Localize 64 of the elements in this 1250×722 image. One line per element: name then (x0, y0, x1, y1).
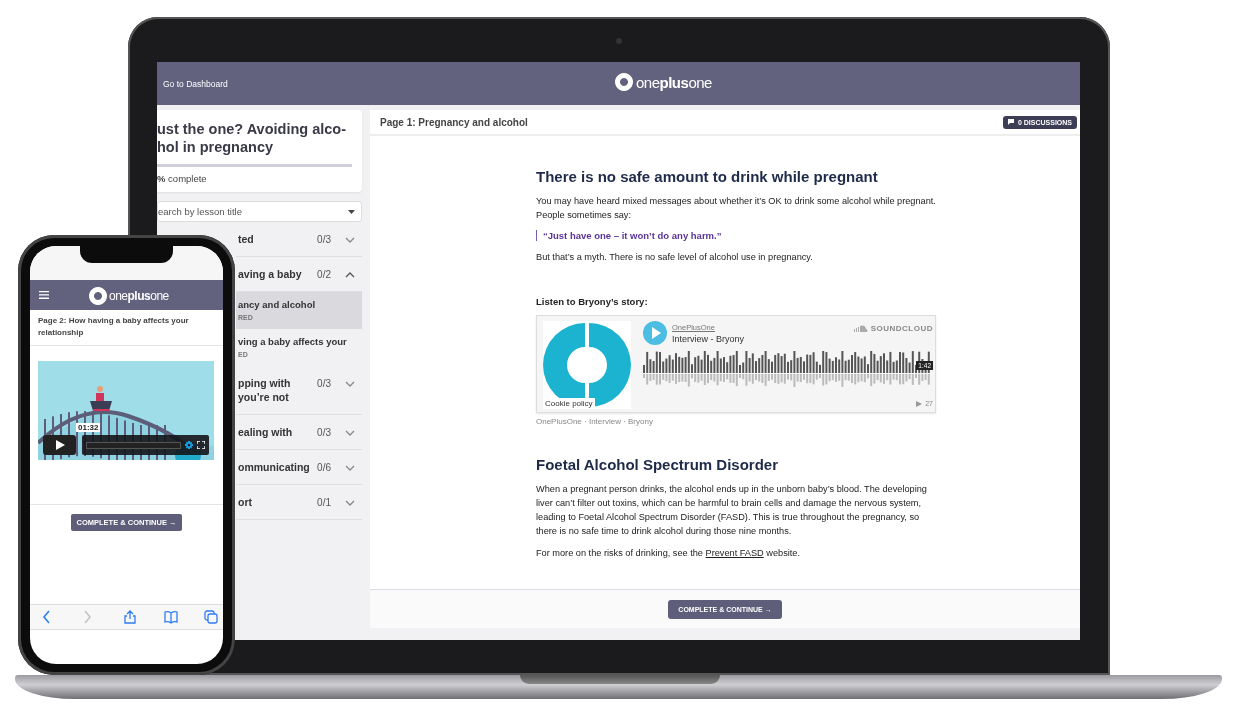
article-heading: There is no safe amount to drink while pregnant (536, 168, 879, 185)
course-title: ust the one? Avoiding alco- (157, 120, 348, 138)
tabs-icon[interactable] (204, 610, 218, 624)
lesson-count: 0/6 (317, 462, 331, 473)
module-item[interactable]: ort 0/1 (236, 485, 362, 520)
logo-text: oneplusone (109, 289, 169, 303)
lesson-count: 0/1 (317, 497, 331, 508)
expand-chevron-icon[interactable] (345, 236, 355, 243)
time-tooltip: 01:32 (76, 423, 101, 432)
page-title: Page 2: How having a baby affects your relationship (30, 310, 223, 346)
article-paragraph: When a pregnant person drinks, the alcohol ends up in the unborn baby’s blood. The developing liver can’t filter out toxins, which can be harmful to brain cells and damage the nervous system, leading to Foetal Alcohol Spectrum Disorder (FASD). This is true throughout the pregnancy, so there is no safe time to drink alcohol during those nine months. (536, 483, 928, 538)
logo-icon (615, 73, 633, 91)
search-field[interactable]: earch by lesson title (157, 201, 362, 222)
book-icon[interactable] (163, 610, 178, 624)
progress-track[interactable] (86, 441, 181, 449)
embed-caption: OnePlusOne · Interview · Bryony (536, 417, 654, 426)
module-item[interactable]: ealing with 0/3 (236, 415, 362, 450)
module-item[interactable]: ommunicating 0/6 (236, 450, 362, 485)
collapse-chevron-icon[interactable] (345, 271, 355, 278)
course-title: hol in pregnancy (157, 138, 274, 156)
dashboard-link[interactable]: Go to Dashboard (163, 78, 228, 89)
dropdown-icon (348, 209, 355, 214)
module-title: ealing with (238, 425, 293, 439)
article-heading: Foetal Alcohol Spectrum Disorder (536, 456, 779, 473)
module-title: aving a baby (238, 267, 302, 281)
article-paragraph: But that’s a myth. There is no safe level of alcohol use in pregnancy. (536, 251, 814, 264)
lesson-count: 0/2 (317, 269, 331, 280)
cookie-policy-link[interactable]: Cookie policy (543, 398, 595, 409)
logo-text: oneplusone (636, 73, 712, 91)
module-title: you’re not (238, 390, 290, 404)
article-paragraph: You may have heard mixed messages about whether it’s OK to drink some alcohol while pregnant. People sometimes say: (536, 195, 936, 222)
lesson-count: 0/3 (317, 234, 331, 245)
expand-chevron-icon[interactable] (345, 429, 355, 436)
play-count-icon (916, 400, 923, 407)
lesson-count: 0/3 (317, 378, 331, 389)
lesson-count: 0/3 (317, 427, 331, 438)
expand-chevron-icon[interactable] (345, 464, 355, 471)
track-title: Interview - Bryony (672, 333, 745, 344)
article-subheading: Listen to Bryony’s story: (536, 296, 649, 307)
article-paragraph: For more on the risks of drinking, see the Prevent FASD website. (536, 547, 802, 560)
menu-icon[interactable] (39, 291, 49, 299)
play-icon (54, 440, 65, 450)
brand-name: SOUNDCLOUD (870, 324, 933, 333)
module-title: ort (238, 495, 252, 509)
website-link[interactable]: Prevent FASD (705, 548, 764, 558)
fullscreen-icon[interactable] (197, 441, 205, 449)
module-title: ommunicating (238, 460, 310, 474)
module-item[interactable]: pping with you’re not 0/3 (236, 366, 362, 415)
pull-quote: “Just have one – it won’t do any harm.” (536, 230, 936, 241)
module-item[interactable]: ted 0/3 (236, 222, 362, 257)
module-title: ted (238, 232, 254, 246)
camera-icon (616, 38, 622, 44)
play-button[interactable] (43, 435, 76, 455)
progress-text: % complete (157, 173, 208, 184)
logo-icon (89, 287, 107, 305)
cloud-icon (853, 325, 868, 332)
settings-icon[interactable] (185, 441, 193, 449)
module-title: pping with (238, 376, 291, 390)
expand-chevron-icon[interactable] (345, 380, 355, 387)
waveform[interactable] (643, 351, 933, 387)
page-title: Page 1: Pregnancy and alcohol (380, 116, 528, 128)
chat-icon (1007, 119, 1015, 125)
share-icon[interactable] (123, 610, 137, 624)
expand-chevron-icon[interactable] (345, 499, 355, 506)
